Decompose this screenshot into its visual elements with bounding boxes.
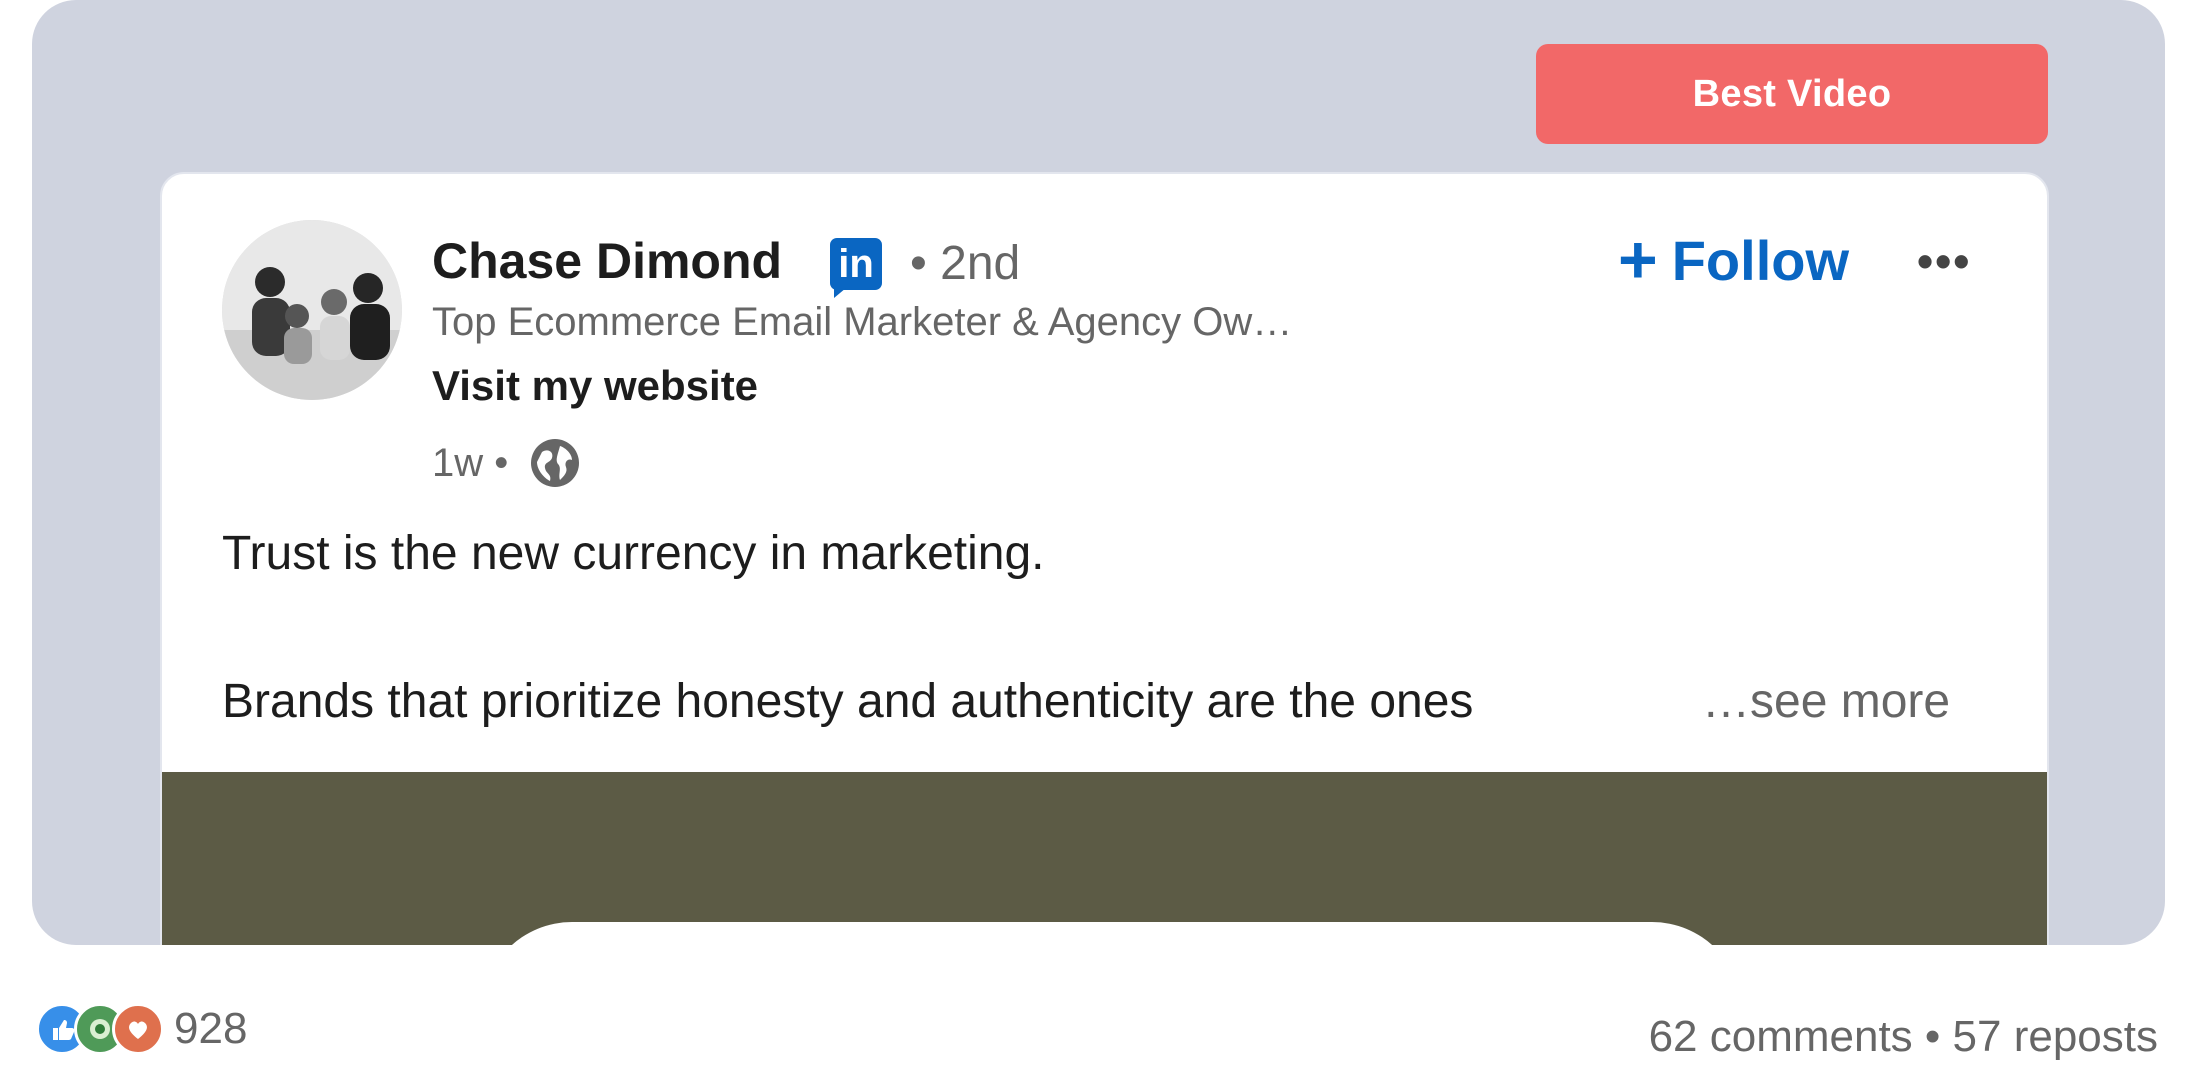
comments-reposts-count[interactable]: 62 comments • 57 reposts <box>1649 1012 2158 1062</box>
linkedin-icon: in <box>830 238 882 298</box>
connection-degree: • 2nd <box>910 237 1021 290</box>
follow-label: Follow <box>1671 228 1850 292</box>
post-time-text: 1w • <box>432 440 509 485</box>
video-media[interactable] <box>162 772 2047 945</box>
post-preview-panel: Best Video Chase Dimond in • 2nd Top Eco… <box>32 0 2165 945</box>
see-more-link[interactable]: …see more <box>1682 674 1951 729</box>
love-icon <box>112 1003 164 1055</box>
follow-button[interactable]: + Follow <box>1618 226 1849 294</box>
author-name[interactable]: Chase Dimond <box>432 232 782 290</box>
author-headline: Top Ecommerce Email Marketer & Agency Ow… <box>432 300 1293 344</box>
video-frame-shape <box>482 922 1742 945</box>
more-options-icon[interactable]: ••• <box>1917 234 1971 288</box>
plus-icon: + <box>1618 222 1658 298</box>
linkedin-post-card: Chase Dimond in • 2nd Top Ecommerce Emai… <box>160 172 2049 945</box>
post-text-line-1: Trust is the new currency in marketing. <box>222 527 1045 580</box>
visit-website-link[interactable]: Visit my website <box>432 362 758 410</box>
post-timestamp: 1w • <box>432 436 582 490</box>
reaction-count: 928 <box>174 1004 248 1053</box>
post-text-line-2: Brands that prioritize honesty and authe… <box>222 675 1474 728</box>
avatar-photo <box>222 220 402 400</box>
globe-icon <box>531 439 580 487</box>
author-avatar[interactable] <box>222 220 402 400</box>
best-video-badge[interactable]: Best Video <box>1536 44 2048 144</box>
reactions-summary[interactable]: 928 <box>36 1003 247 1055</box>
